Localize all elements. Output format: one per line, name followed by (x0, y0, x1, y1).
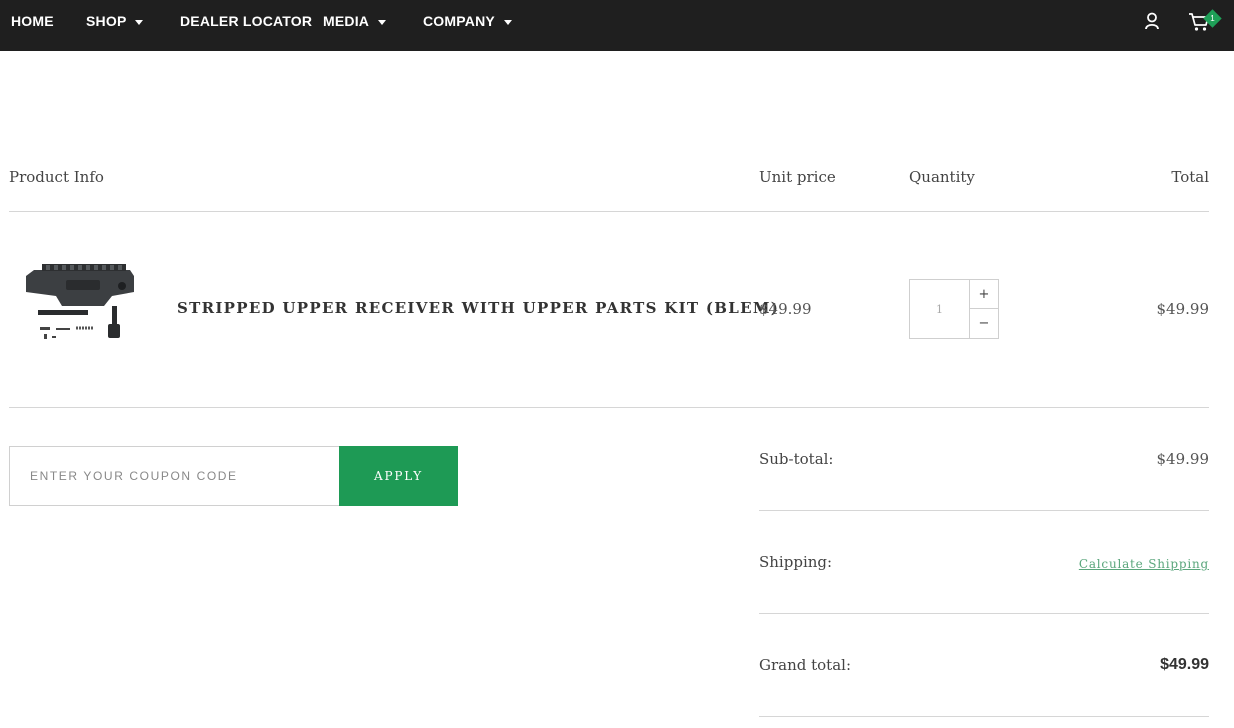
product-name[interactable]: STRIPPED UPPER RECEIVER WITH UPPER PARTS… (177, 299, 779, 317)
unit-price: $49.99 (759, 300, 812, 318)
quantity-input[interactable] (910, 280, 970, 338)
coupon-code-input[interactable] (9, 446, 340, 506)
row-total: $49.99 (1156, 300, 1210, 318)
nav-item-label: COMPANY (423, 13, 495, 29)
header-product-info: Product Info (9, 168, 104, 186)
apply-coupon-button[interactable]: APPLY (339, 446, 458, 506)
plus-icon: + (978, 286, 990, 302)
grand-total-label: Grand total: (759, 656, 852, 674)
nav-item-media[interactable]: MEDIA (323, 0, 387, 42)
divider (759, 613, 1209, 614)
product-thumbnail[interactable] (22, 262, 148, 372)
minus-icon: − (978, 316, 990, 331)
divider (9, 407, 1209, 408)
nav-item-label: HOME (11, 13, 54, 29)
nav-item-shop[interactable]: SHOP (86, 0, 144, 42)
subtotal-value: $49.99 (1156, 450, 1210, 468)
grand-total-value: $49.99 (1160, 656, 1209, 673)
top-nav: HOME SHOP DEALER LOCATOR MEDIA COMPANY 1 (0, 0, 1234, 51)
chevron-down-icon (378, 19, 387, 25)
nav-item-label: DEALER LOCATOR (180, 13, 313, 29)
nav-item-company[interactable]: COMPANY (423, 0, 512, 42)
chevron-down-icon (135, 19, 144, 25)
cart-count: 1 (1210, 14, 1215, 23)
quantity-increment-button[interactable]: + (970, 280, 998, 309)
user-icon[interactable] (1144, 12, 1160, 30)
calculate-shipping-link[interactable]: Calculate Shipping (1079, 557, 1209, 571)
header-unit-price: Unit price (759, 168, 836, 186)
chevron-down-icon (503, 19, 512, 25)
cart-count-badge: 1 (1203, 9, 1222, 28)
nav-item-dealer-locator[interactable]: DEALER LOCATOR (180, 0, 312, 42)
subtotal-label: Sub-total: (759, 450, 834, 468)
nav-item-home[interactable]: HOME (11, 0, 54, 42)
header-quantity: Quantity (909, 168, 975, 186)
nav-item-label: SHOP (86, 13, 127, 29)
header-total: Total (1171, 168, 1209, 186)
divider (759, 716, 1209, 717)
quantity-decrement-button[interactable]: − (970, 309, 998, 338)
quantity-stepper: + − (909, 279, 999, 339)
divider (759, 510, 1209, 511)
nav-item-label: MEDIA (323, 13, 370, 29)
shipping-label: Shipping: (759, 553, 833, 571)
divider (9, 211, 1209, 212)
